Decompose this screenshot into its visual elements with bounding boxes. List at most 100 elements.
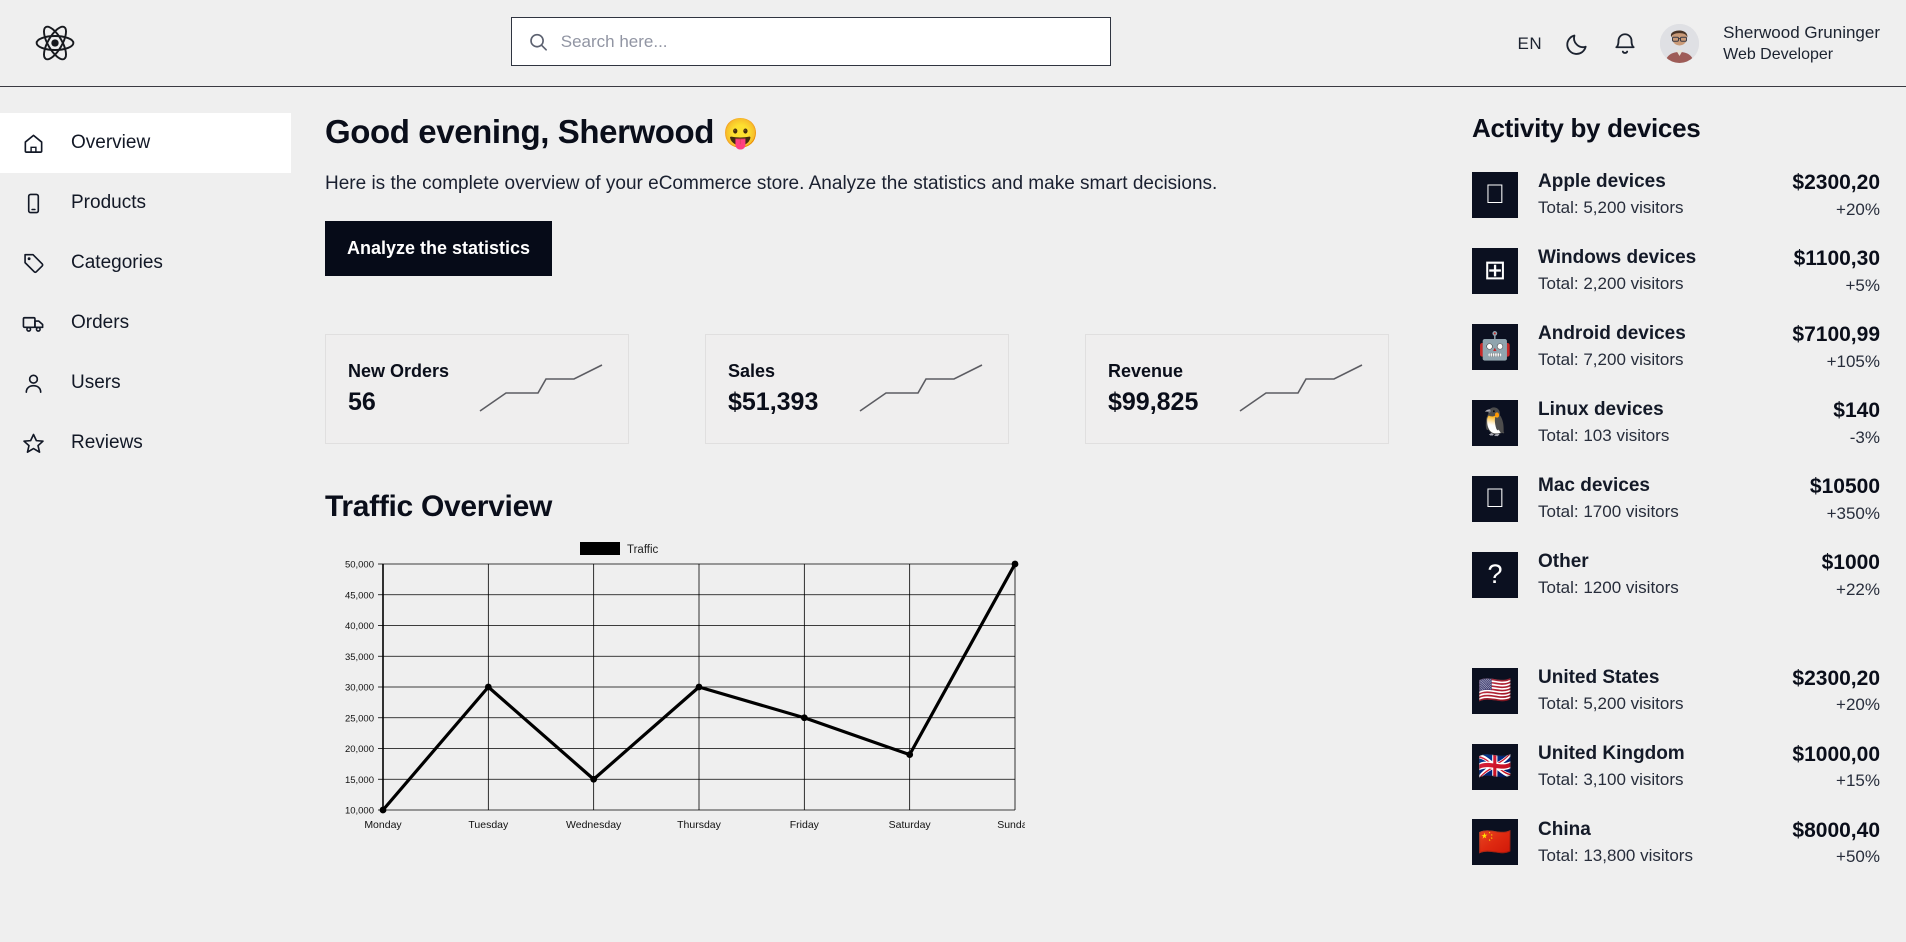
list-item-delta: +350% bbox=[1826, 503, 1880, 523]
list-item[interactable]: 🇬🇧 United Kingdom Total: 3,100 visitors $10… bbox=[1472, 740, 1880, 794]
list-item-amount: $7100,99 bbox=[1792, 322, 1880, 346]
list-item-name: Other bbox=[1538, 551, 1589, 573]
tag-icon bbox=[24, 253, 44, 273]
top-header: EN Sherwoo bbox=[0, 0, 1906, 87]
list-item-name: Windows devices bbox=[1538, 247, 1697, 269]
chart-data-point[interactable] bbox=[695, 683, 703, 691]
chart-ytick-label: 20,000 bbox=[345, 744, 374, 755]
section-title-traffic: Traffic Overview bbox=[325, 490, 552, 523]
sidebar-item-label: Overview bbox=[71, 132, 151, 153]
list-item-delta: +15% bbox=[1836, 771, 1880, 791]
sidebar-item-products[interactable]: Products bbox=[0, 173, 291, 233]
list-item-amount: $1100,30 bbox=[1793, 246, 1880, 270]
question-icon: ? bbox=[1472, 551, 1518, 598]
search-box[interactable] bbox=[511, 17, 1111, 66]
stat-card-body: Sales $51,393 bbox=[728, 361, 818, 417]
list-item-amount: $2300,20 bbox=[1792, 666, 1880, 690]
page-title: Good evening, Sherwood 😛 bbox=[325, 113, 1456, 151]
stat-card-revenue[interactable]: Revenue $99,825 bbox=[1085, 334, 1389, 444]
country-list: 🇺🇸 United States Total: 5,200 visitors $230… bbox=[1472, 664, 1880, 870]
sidebar-item-reviews[interactable]: Reviews bbox=[0, 413, 291, 473]
star-icon bbox=[23, 433, 44, 453]
sidebar-item-users[interactable]: Users bbox=[0, 353, 291, 413]
list-item-name: Android devices bbox=[1538, 323, 1686, 345]
chart-xtick-label: Wednesday bbox=[566, 819, 622, 831]
chart-xtick-label: Tuesday bbox=[468, 819, 509, 831]
list-item-name: United States bbox=[1538, 667, 1660, 689]
list-item-name: China bbox=[1538, 818, 1591, 840]
stat-card-sales[interactable]: Sales $51,393 bbox=[705, 334, 1009, 444]
icon-glyph:  bbox=[1485, 181, 1505, 208]
list-item-text: Apple devices Total: 5,200 visitors bbox=[1538, 169, 1792, 220]
list-item-delta: +5% bbox=[1845, 275, 1881, 295]
chart-ytick-label: 25,000 bbox=[345, 713, 374, 724]
chart-data-point[interactable] bbox=[1011, 560, 1019, 568]
stat-card-new-orders[interactable]: New Orders 56 bbox=[325, 334, 629, 444]
chart-data-point[interactable] bbox=[484, 683, 492, 691]
stat-card-value: $99,825 bbox=[1108, 388, 1199, 416]
app-logo[interactable] bbox=[0, 22, 110, 64]
list-item-delta: +20% bbox=[1836, 695, 1880, 715]
list-item-text: United States Total: 5,200 visitors bbox=[1538, 665, 1792, 716]
list-item[interactable]: 🇺🇸 United States Total: 5,200 visitors $230… bbox=[1472, 664, 1880, 718]
icon-glyph: 🇨🇳 bbox=[1478, 826, 1512, 857]
list-item[interactable]: 🤖 Android devices Total: 7,200 visitors $71… bbox=[1472, 320, 1880, 374]
sparkline-icon bbox=[859, 364, 983, 412]
greeting-text: Good evening, Sherwood bbox=[325, 113, 715, 150]
list-item-sub: Total: 3,100 visitors bbox=[1538, 769, 1684, 789]
chart-data-point[interactable] bbox=[379, 806, 387, 814]
bell-icon[interactable] bbox=[1612, 31, 1638, 57]
sparkline-icon bbox=[479, 364, 603, 412]
traffic-chart[interactable]: Traffic 10,000 15,000 20,000 25,000 30,000 35,… bbox=[325, 542, 1456, 857]
chart-data-point[interactable] bbox=[906, 751, 914, 759]
list-item[interactable]: 🇨🇳 China Total: 13,800 visitors $8000,40 +50… bbox=[1472, 816, 1880, 870]
chart-ytick-label: 45,000 bbox=[345, 590, 374, 601]
chart-ytick-label: 10,000 bbox=[345, 806, 374, 817]
chart-data-point[interactable] bbox=[800, 714, 808, 722]
moon-icon[interactable] bbox=[1564, 31, 1590, 57]
user-meta: Sherwood Gruninger Web Developer bbox=[1723, 22, 1880, 66]
chart-data-point[interactable] bbox=[590, 775, 598, 783]
search-input[interactable] bbox=[560, 31, 1094, 52]
dashboard-page: EN Sherwoo bbox=[0, 0, 1906, 942]
avatar[interactable] bbox=[1660, 24, 1700, 63]
icon-glyph: 🇬🇧 bbox=[1478, 751, 1512, 782]
traffic-chart-svg: Traffic 10,000 15,000 20,000 25,000 30,000 35,… bbox=[345, 542, 1034, 831]
icon-glyph: ⊞ bbox=[1483, 255, 1507, 286]
chart-xtick-label: Sunday bbox=[997, 819, 1025, 831]
list-item[interactable]: ⊞ Windows devices Total: 2,200 visitors $11… bbox=[1472, 244, 1880, 298]
language-selector[interactable]: EN bbox=[1518, 34, 1543, 54]
list-item-sub: Total: 1700 visitors bbox=[1538, 502, 1679, 522]
list-item-amount: $2300,20 bbox=[1792, 171, 1880, 194]
list-item[interactable]: ? Other Total: 1200 visitors $1000 +22% bbox=[1472, 548, 1880, 602]
linux-icon: 🐧 bbox=[1472, 399, 1518, 446]
apple-icon:  bbox=[1472, 475, 1518, 522]
list-item-metrics: $1000 +22% bbox=[1822, 548, 1880, 602]
stat-card-body: Revenue $99,825 bbox=[1108, 361, 1198, 417]
chart-ytick-label: 40,000 bbox=[345, 621, 374, 632]
list-item-delta: +20% bbox=[1836, 199, 1880, 219]
chart-legend-swatch bbox=[580, 542, 620, 555]
list-item[interactable]:  Apple devices Total: 5,200 visitors $2300… bbox=[1472, 168, 1880, 222]
list-item[interactable]: 🐧 Linux devices Total: 103 visitors $140 -3% bbox=[1472, 396, 1880, 450]
stat-card-value: $51,393 bbox=[728, 388, 819, 416]
chart-xtick-label: Friday bbox=[790, 819, 820, 831]
header-actions: EN Sherwood Gruninger Web Developer bbox=[1518, 0, 1881, 87]
user-icon bbox=[25, 374, 42, 393]
stat-card-body: New Orders 56 bbox=[348, 361, 449, 417]
flag-gb-icon: 🇬🇧 bbox=[1472, 743, 1518, 790]
analyze-statistics-button[interactable]: Analyze the statistics bbox=[325, 221, 553, 276]
list-item-amount: $10500 bbox=[1809, 474, 1880, 498]
sidebar-item-orders[interactable]: Orders bbox=[0, 293, 291, 353]
home-icon bbox=[24, 134, 43, 153]
list-item-name: Apple devices bbox=[1538, 171, 1666, 193]
list-item-sub: Total: 103 visitors bbox=[1538, 426, 1670, 446]
sidebar-item-categories[interactable]: Categories bbox=[0, 233, 291, 293]
chart-xtick-label: Saturday bbox=[889, 819, 932, 831]
sidebar-item-label: Users bbox=[71, 372, 121, 393]
list-item[interactable]:  Mac devices Total: 1700 visitors $10500 +3… bbox=[1472, 472, 1880, 526]
sidebar-item-overview[interactable]: Overview bbox=[0, 113, 291, 173]
mobile-icon bbox=[27, 193, 40, 213]
sidebar-item-label: Products bbox=[71, 192, 146, 213]
list-item-sub: Total: 2,200 visitors bbox=[1538, 274, 1684, 294]
